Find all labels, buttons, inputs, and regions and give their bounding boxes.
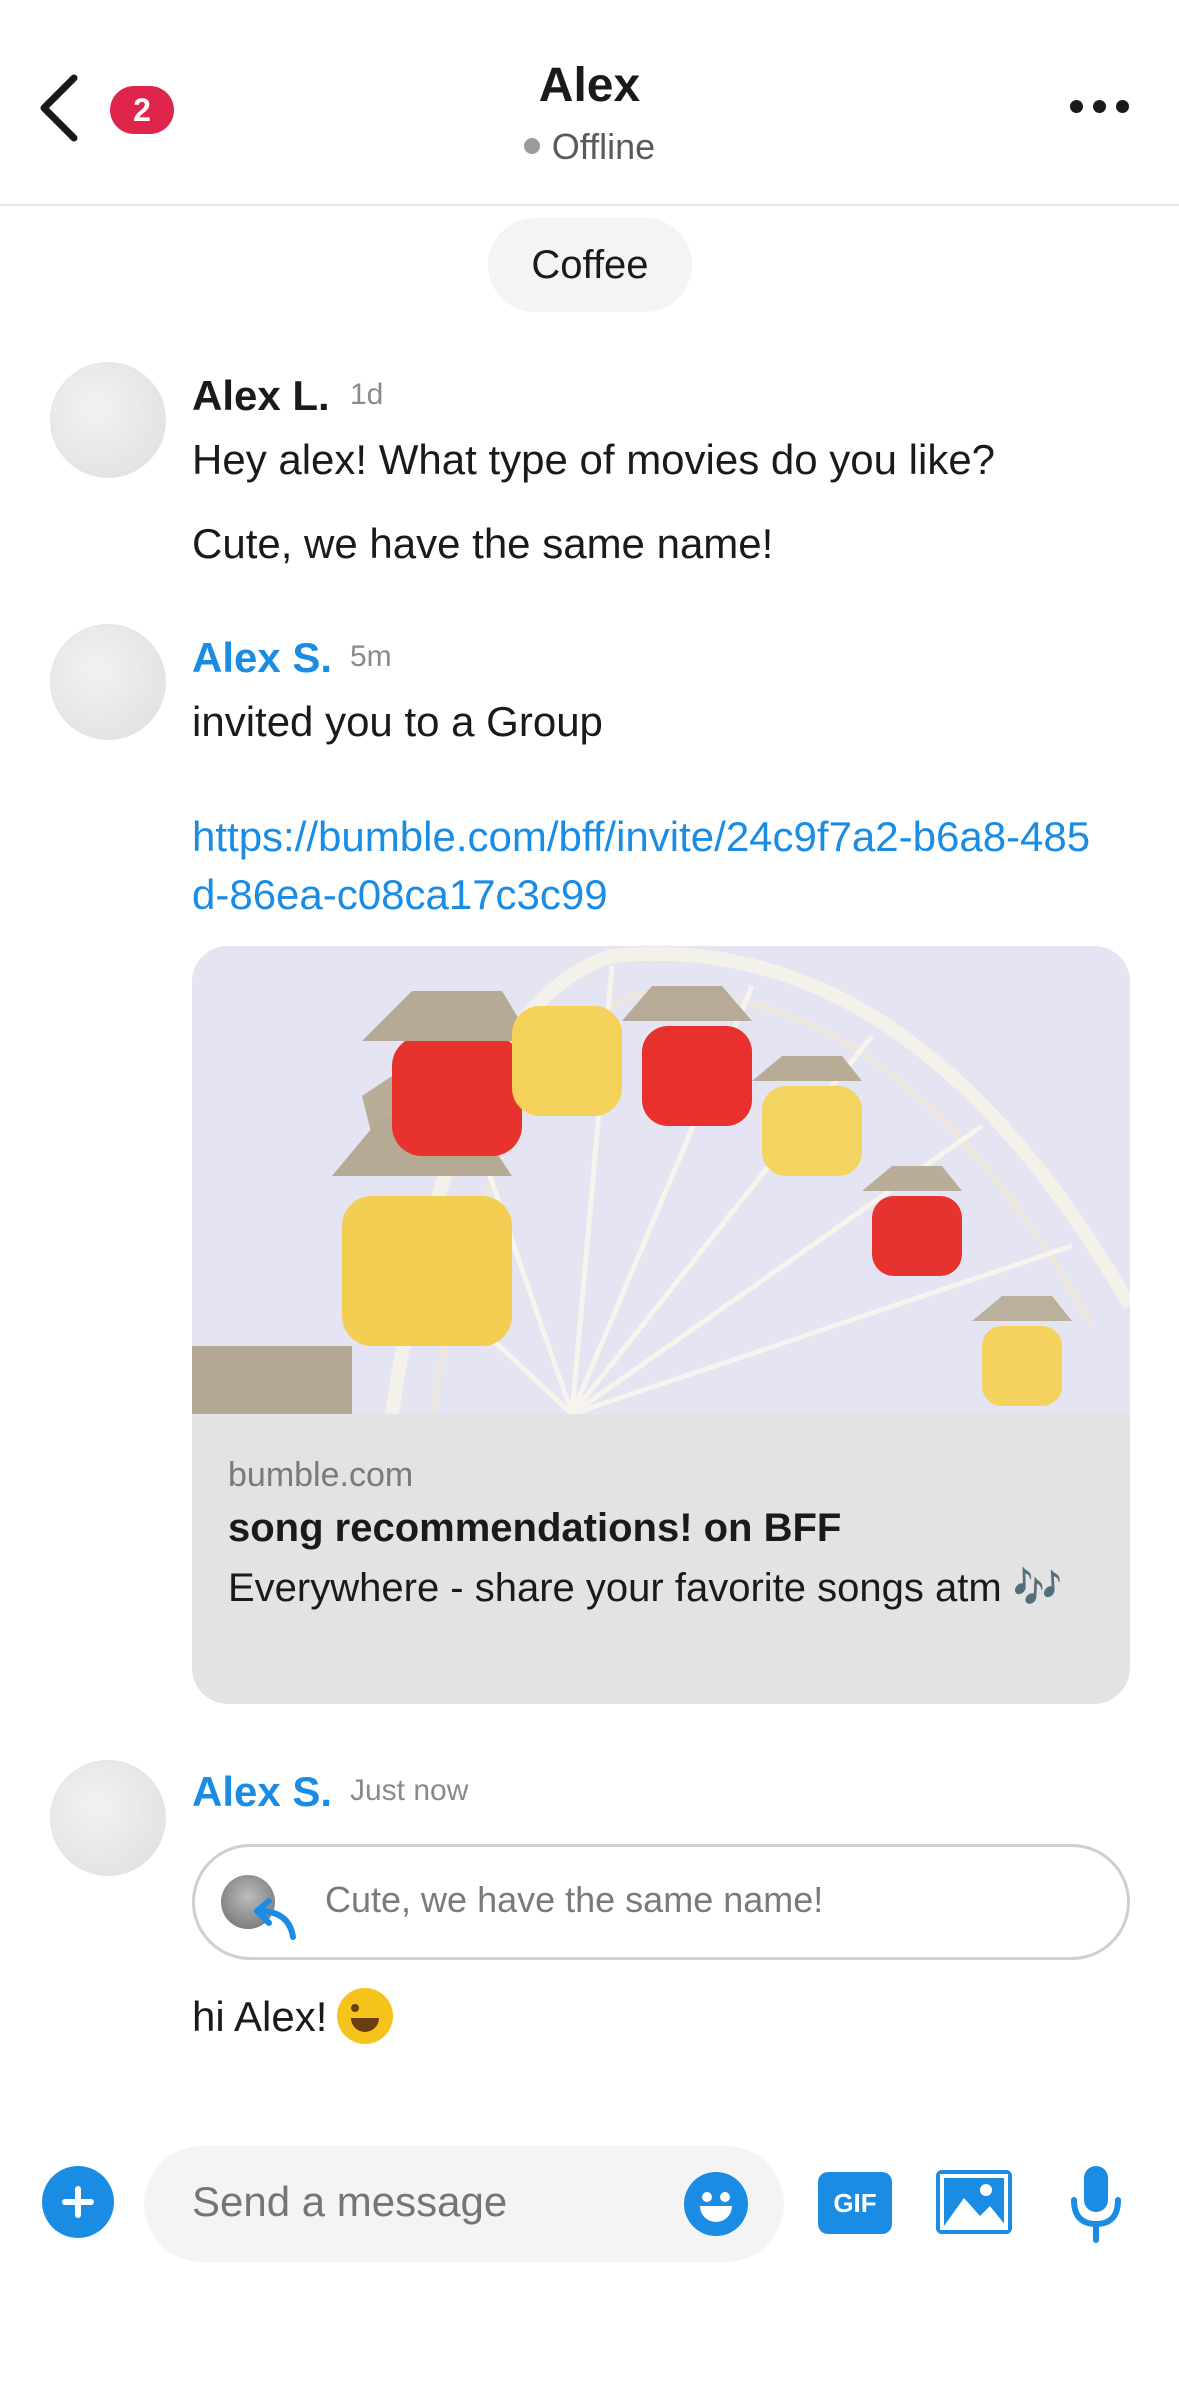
contact-name: Alex xyxy=(538,59,641,112)
add-attachment-button[interactable] xyxy=(42,2166,114,2238)
card-title: song recommendations! on BFF xyxy=(228,1506,842,1550)
link-preview-card[interactable]: bumble.com song recommendations! on BFF … xyxy=(192,946,1130,1704)
smiley-icon xyxy=(702,2192,712,2202)
message-text: invited you to a Group xyxy=(192,698,603,745)
conversation-topic-chip[interactable]: Coffee xyxy=(488,218,692,312)
message-timestamp: 5m xyxy=(350,640,392,673)
status-label: Offline xyxy=(551,126,656,167)
card-description: Everywhere - share your favorite songs a… xyxy=(228,1566,1063,1610)
presence-status: Offline xyxy=(0,126,1179,168)
image-icon xyxy=(936,2170,1012,2234)
message-timestamp: 1d xyxy=(350,378,384,411)
laughing-emoji-icon xyxy=(337,1988,394,2044)
message-row: hi Alex! xyxy=(192,1988,394,2048)
message-text: hi Alex! xyxy=(192,1993,328,2041)
ferris-wheel-image xyxy=(192,946,1130,1417)
message-text: Hey alex! What type of movies do you lik… xyxy=(192,436,996,483)
message-input[interactable] xyxy=(192,2178,652,2226)
quoted-text: Cute, we have the same name! xyxy=(325,1879,824,1920)
emoji-picker-button[interactable] xyxy=(684,2172,748,2236)
sender-name[interactable]: Alex S. xyxy=(192,1768,332,1816)
status-dot-icon xyxy=(523,138,540,155)
sender-name[interactable]: Alex S. xyxy=(192,634,332,682)
message-composer xyxy=(144,2146,784,2262)
avatar[interactable] xyxy=(50,362,166,478)
invite-link[interactable]: https://bumble.com/bff/invite/24c9f7a2-b… xyxy=(192,808,1092,924)
quoted-reply[interactable]: Cute, we have the same name! xyxy=(192,1844,1130,1960)
microphone-icon xyxy=(1071,2166,1121,2243)
more-options-button[interactable] xyxy=(1070,94,1130,118)
avatar[interactable] xyxy=(50,624,166,740)
chat-header: 2 Alex Offline xyxy=(0,0,1179,206)
more-dots-icon xyxy=(1070,100,1083,113)
voice-message-button[interactable] xyxy=(1066,2164,1126,2246)
message-timestamp: Just now xyxy=(350,1774,469,1807)
reply-arrow-icon xyxy=(254,1898,296,1940)
card-domain: bumble.com xyxy=(228,1456,414,1494)
message-text: Cute, we have the same name! xyxy=(192,520,774,567)
photo-button[interactable] xyxy=(936,2170,1012,2234)
gif-button[interactable]: GIF xyxy=(818,2172,892,2234)
avatar[interactable] xyxy=(50,1760,166,1876)
sender-name: Alex L. xyxy=(192,372,330,419)
